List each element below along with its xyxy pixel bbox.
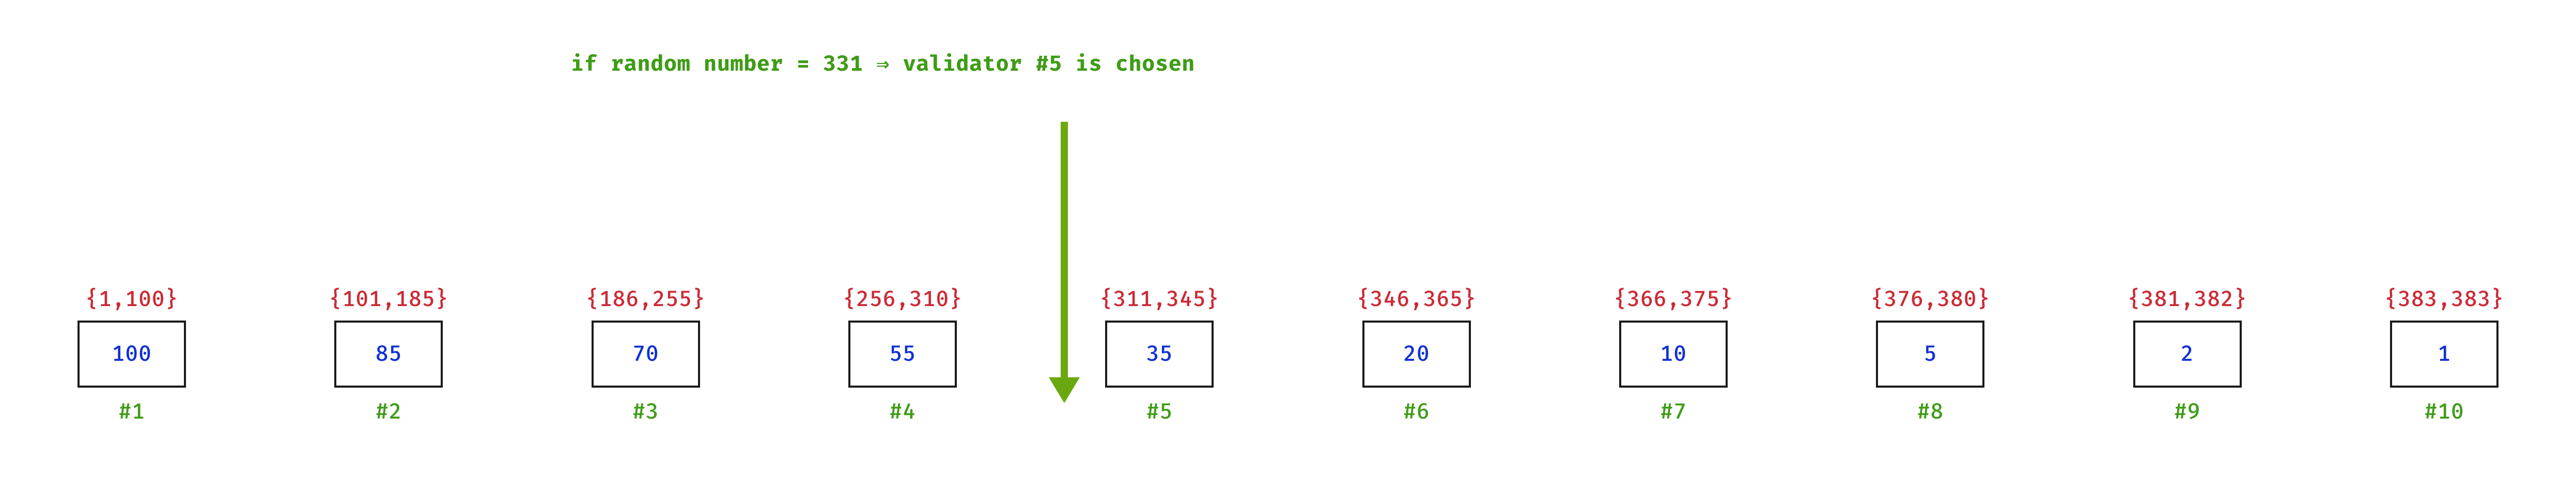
validator-col: {366,375} 10 #7 <box>1552 286 1795 425</box>
validator-stake: 35 <box>1146 341 1173 367</box>
validator-box: 35 <box>1105 321 1214 388</box>
validator-box: 2 <box>2133 321 2242 388</box>
validator-range: {381,382} <box>2128 286 2247 312</box>
validator-index: #2 <box>376 399 402 425</box>
validator-index: #7 <box>1660 399 1686 425</box>
validator-box: 1 <box>2390 321 2499 388</box>
validator-col: {346,365} 20 #6 <box>1295 286 1538 425</box>
validator-stake: 70 <box>632 341 659 367</box>
validator-range: {366,375} <box>1613 286 1733 312</box>
validator-range: {101,185} <box>329 286 448 312</box>
validator-index: #5 <box>1146 399 1173 425</box>
validator-index: #8 <box>1917 399 1944 425</box>
validator-col: {311,345} 35 #5 <box>1038 286 1281 425</box>
validator-col: {256,310} 55 #4 <box>781 286 1024 425</box>
validator-col: {186,255} 70 #3 <box>524 286 767 425</box>
validator-stake: 100 <box>112 341 151 367</box>
validator-box: 85 <box>334 321 443 388</box>
validator-col: {1,100} 100 #1 <box>10 286 253 425</box>
validator-col: {381,382} 2 #9 <box>2066 286 2309 425</box>
validator-index: #4 <box>889 399 915 425</box>
validator-range: {1,100} <box>85 286 178 312</box>
validator-range: {376,380} <box>1871 286 1990 312</box>
validator-index: #10 <box>2424 399 2464 425</box>
validator-row: {1,100} 100 #1 {101,185} 85 #2 {186,255}… <box>0 286 2576 483</box>
validator-index: #3 <box>632 399 659 425</box>
validator-index: #1 <box>118 399 145 425</box>
validator-stake: 20 <box>1403 341 1430 367</box>
validator-box: 70 <box>592 321 700 388</box>
validator-box: 10 <box>1619 321 1728 388</box>
validator-index: #9 <box>2174 399 2200 425</box>
validator-stake: 10 <box>1660 341 1686 367</box>
validator-box: 20 <box>1362 321 1471 388</box>
diagram-stage: if random number = 331 ⇒ validator #5 is… <box>0 0 2576 495</box>
validator-col: {383,383} 1 #10 <box>2323 286 2566 425</box>
validator-box: 55 <box>848 321 957 388</box>
validator-range: {346,365} <box>1357 286 1476 312</box>
validator-range: {383,383} <box>2384 286 2504 312</box>
validator-stake: 5 <box>1923 341 1937 367</box>
validator-box: 5 <box>1876 321 1984 388</box>
validator-col: {376,380} 5 #8 <box>1809 286 2052 425</box>
validator-stake: 1 <box>2438 341 2451 367</box>
headline-text: if random number = 331 ⇒ validator #5 is… <box>571 51 1195 77</box>
validator-range: {311,345} <box>1100 286 1219 312</box>
validator-box: 100 <box>77 321 186 388</box>
validator-range: {186,255} <box>586 286 705 312</box>
validator-stake: 2 <box>2181 341 2194 367</box>
validator-stake: 55 <box>889 341 915 367</box>
validator-range: {256,310} <box>843 286 962 312</box>
validator-stake: 85 <box>376 341 402 367</box>
validator-col: {101,185} 85 #2 <box>267 286 510 425</box>
validator-index: #6 <box>1403 399 1430 425</box>
